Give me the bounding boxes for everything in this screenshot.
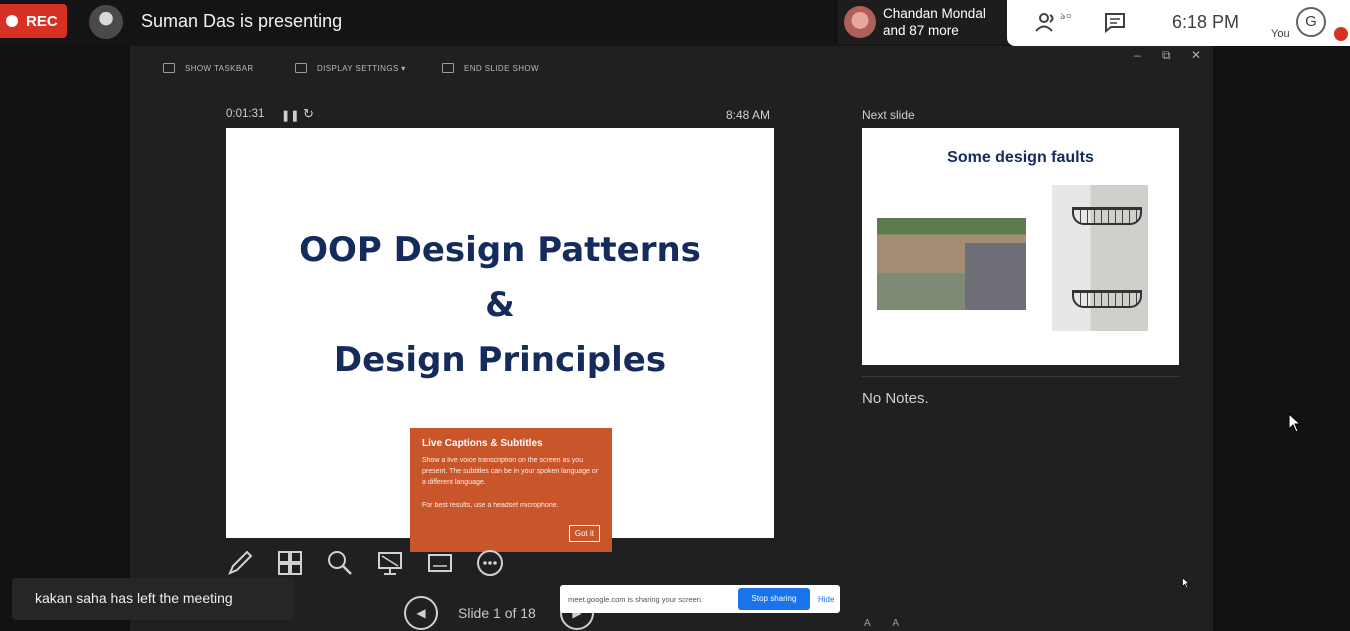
show-taskbar-button[interactable]: SHOW TASKBAR — [163, 63, 254, 73]
display-settings-button[interactable]: DISPLAY SETTINGS ▾ — [295, 63, 406, 73]
recording-label: REC — [26, 12, 58, 30]
end-slide-show-button[interactable]: END SLIDE SHOW — [442, 63, 539, 73]
presenter-avatar — [89, 5, 123, 39]
recording-badge: REC — [0, 4, 67, 38]
road-photo — [877, 218, 1026, 310]
participant-more: and 87 more — [883, 23, 959, 38]
live-captions-popup: Live Captions & Subtitles Show a live vo… — [410, 428, 612, 552]
slide-title-line-1: OOP Design Patterns — [299, 230, 701, 270]
participant-summary: Chandan Mondal and 87 more — [883, 5, 986, 39]
meeting-controls-panel: ৯০ 6:18 PM G You — [1007, 0, 1350, 46]
zoom-icon[interactable] — [326, 549, 354, 577]
participant-name: Chandan Mondal — [883, 6, 986, 21]
meet-top-bar: REC Suman Das is presenting Chandan Mond… — [0, 0, 1350, 46]
self-avatar[interactable]: G — [1296, 7, 1326, 37]
display-settings-label: DISPLAY SETTINGS ▾ — [317, 63, 406, 73]
captions-popup-body: Show a live voice transcription on the s… — [422, 457, 599, 486]
self-label: You — [1271, 28, 1290, 40]
slide-counter: Slide 1 of 18 — [458, 605, 536, 621]
presenter-view-window: SHOW TASKBAR DISPLAY SETTINGS ▾ END SLID… — [130, 46, 1213, 631]
end-show-icon — [442, 63, 454, 73]
stop-sharing-button[interactable]: Stop sharing — [738, 588, 810, 610]
current-time: 8:48 AM — [726, 108, 771, 122]
screen-icon[interactable] — [376, 549, 404, 577]
restart-icon[interactable]: ↻ — [303, 106, 314, 122]
show-taskbar-label: SHOW TASKBAR — [185, 63, 254, 73]
participants-chip[interactable]: Chandan Mondal and 87 more — [838, 0, 1008, 44]
captions-popup-title: Live Captions & Subtitles — [422, 438, 543, 449]
presenter-toolbar: SHOW TASKBAR DISPLAY SETTINGS ▾ END SLID… — [130, 46, 1213, 90]
presenting-label: Suman Das is presenting — [141, 11, 343, 31]
close-button[interactable]: ✕ — [1191, 48, 1201, 62]
more-icon[interactable] — [476, 549, 504, 577]
captions-popup-tip: For best results, use a headset micropho… — [422, 502, 559, 509]
mic-off-icon — [1334, 27, 1348, 41]
next-slide-title: Some design faults — [947, 149, 1094, 166]
presenter-tools — [226, 546, 504, 580]
slide-title: OOP Design Patterns & Design Principles — [226, 223, 774, 388]
taskbar-icon — [163, 63, 175, 73]
got-it-button[interactable]: Got it — [568, 525, 600, 542]
record-dot-icon — [6, 15, 18, 27]
meeting-clock: 6:18 PM — [1172, 12, 1240, 32]
subtitle-icon[interactable] — [426, 549, 454, 577]
font-size-controls[interactable]: A A — [864, 618, 909, 629]
end-slide-show-label: END SLIDE SHOW — [464, 63, 539, 73]
share-bar-text: meet.google.com is sharing your screen. — [568, 594, 704, 604]
people-count: ৯০ — [1060, 11, 1072, 21]
slide-grid-icon[interactable] — [276, 549, 304, 577]
hide-share-bar-button[interactable]: Hide — [818, 595, 834, 604]
display-icon — [295, 63, 307, 73]
slide-title-line-3: Design Principles — [333, 340, 667, 380]
speaker-notes: No Notes. — [862, 390, 929, 407]
participant-avatar — [844, 6, 876, 38]
minimize-button[interactable]: ‒ — [1134, 48, 1141, 62]
restore-button[interactable]: ⧉ — [1162, 48, 1171, 63]
pencil-icon[interactable] — [226, 549, 254, 577]
prev-icon[interactable]: ◀ — [404, 596, 438, 630]
chat-icon[interactable] — [1103, 11, 1127, 33]
notes-divider — [862, 376, 1179, 377]
small-cursor-icon — [1182, 577, 1190, 589]
slide-title-line-2: & — [485, 285, 515, 325]
left-meeting-toast: kakan saha has left the meeting — [12, 578, 294, 620]
mouse-cursor-icon — [1288, 413, 1302, 433]
people-icon[interactable] — [1033, 11, 1063, 33]
screen-share-bar: meet.google.com is sharing your screen. … — [560, 585, 840, 613]
balcony-photo — [1052, 185, 1148, 331]
pause-icon[interactable]: ❚❚ — [281, 109, 299, 122]
next-slide-label: Next slide — [862, 108, 915, 122]
next-slide-preview[interactable]: Some design faults — [862, 128, 1179, 365]
presentation-timer: 0:01:31 — [226, 108, 265, 120]
